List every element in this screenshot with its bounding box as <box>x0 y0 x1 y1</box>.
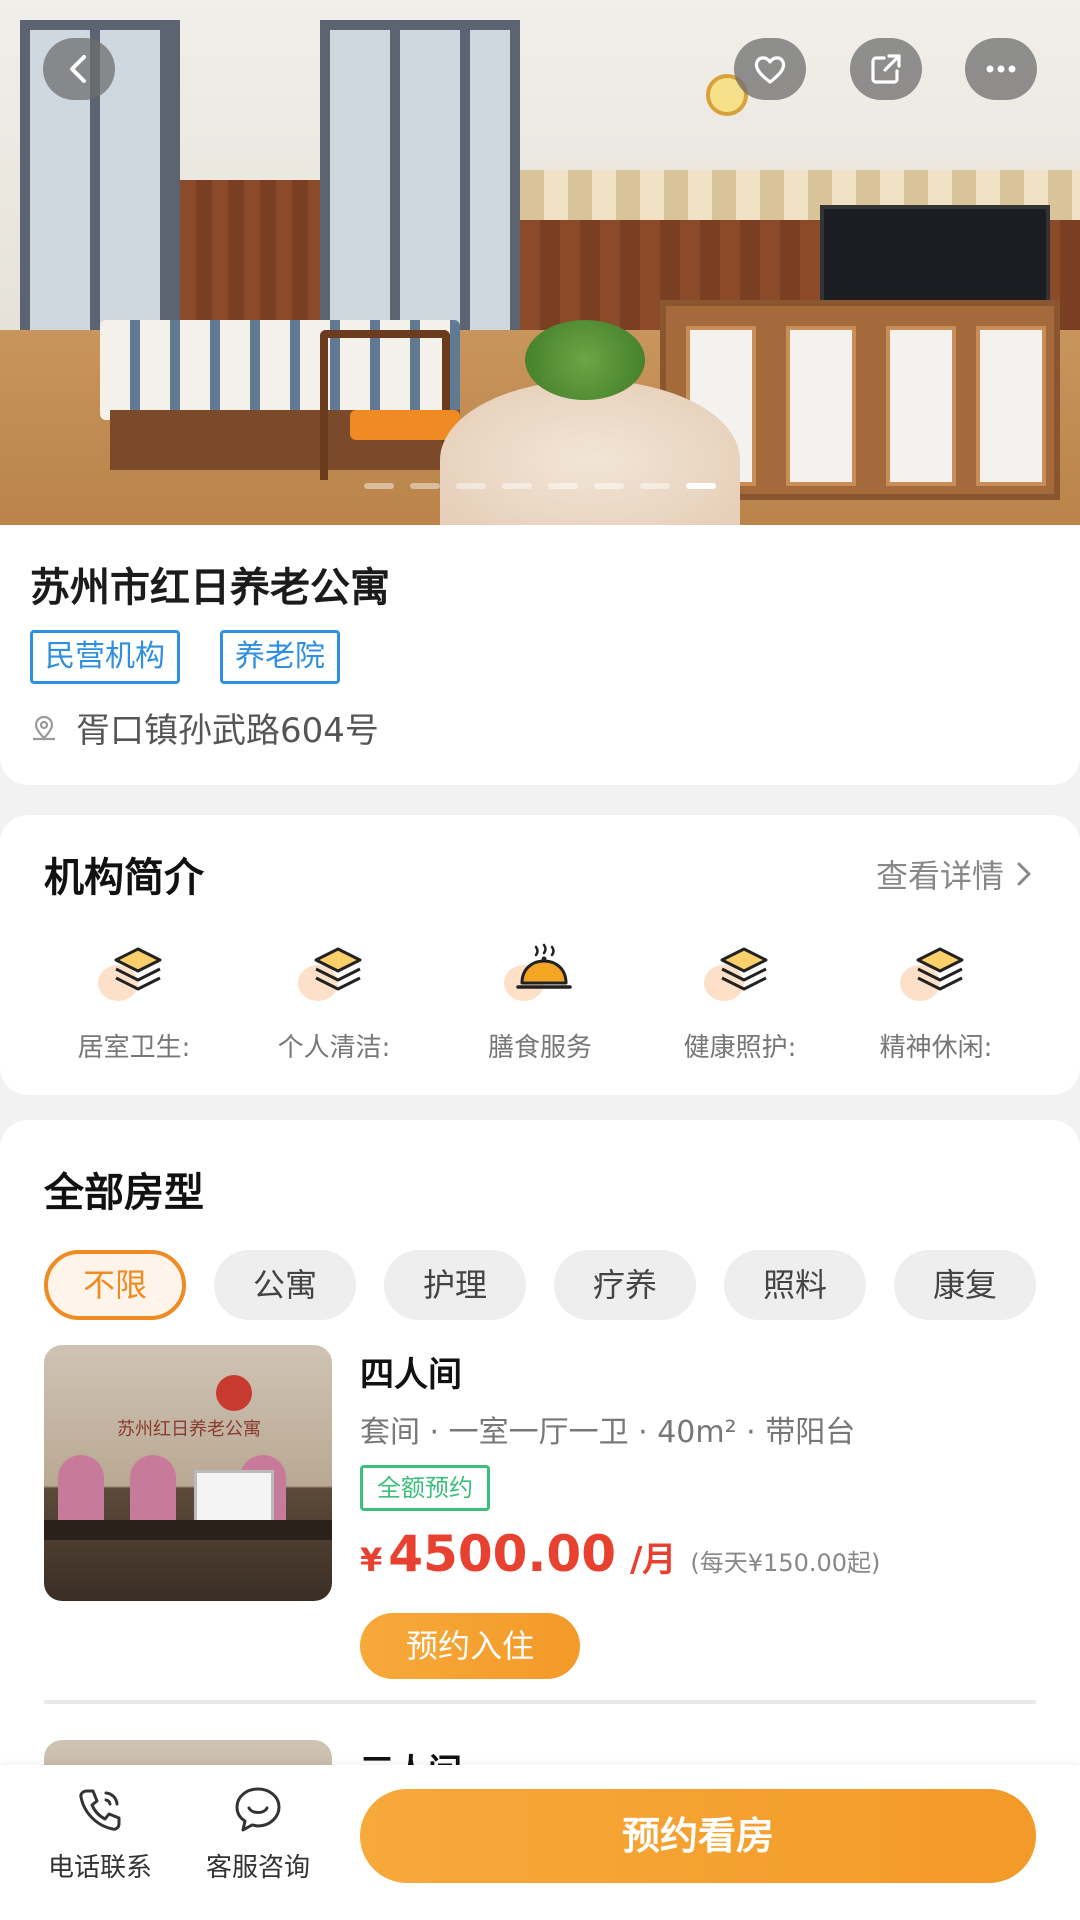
more-button[interactable] <box>965 38 1037 100</box>
room-filter-bar: 不限 公寓 护理 疗养 照料 康复 <box>44 1250 1036 1320</box>
book-viewing-button[interactable]: 预约看房 <box>360 1789 1036 1883</box>
feature-label: 个人清洁: <box>277 1033 391 1063</box>
address-row[interactable]: 胥口镇孙武路604号 <box>30 703 379 752</box>
feature-personal-cleaning[interactable]: 个人清洁: <box>244 935 424 1064</box>
feature-label: 精神休闲: <box>879 1033 993 1063</box>
facility-logo <box>216 1375 252 1411</box>
chevron-left-icon <box>70 55 86 83</box>
customer-service-button[interactable]: 客服咨询 <box>198 1783 318 1884</box>
phone-contact-button[interactable]: 电话联系 <box>40 1783 160 1884</box>
bottom-action-bar: 电话联系 客服咨询 预约看房 <box>0 1765 1080 1920</box>
book-stay-button[interactable]: 预约入住 <box>360 1613 580 1679</box>
feature-health-care[interactable]: 健康照护: <box>650 935 830 1064</box>
room-name: 四人间 <box>360 1355 462 1395</box>
share-button[interactable] <box>850 38 922 100</box>
tag-type: 养老院 <box>220 630 340 684</box>
customer-service-label: 客服咨询 <box>205 1853 310 1883</box>
facility-intro-card: 机构简介 查看详情 居室卫生: 个人清洁: 膳食服务 健康照护: 精神休闲: <box>0 815 1080 1095</box>
carousel-dot[interactable] <box>686 483 716 489</box>
hero-image-carousel[interactable] <box>0 0 1080 530</box>
carousel-dot[interactable] <box>502 483 532 489</box>
cabinet-door <box>886 326 956 486</box>
room-types-title: 全部房型 <box>44 1170 204 1216</box>
carousel-dot[interactable] <box>640 483 670 489</box>
filter-chip-nursing[interactable]: 护理 <box>384 1250 526 1320</box>
carousel-dot[interactable] <box>364 483 394 489</box>
view-details-label: 查看详情 <box>875 857 1004 895</box>
thumbnail-sign-text: 苏州红日养老公寓 <box>117 1419 261 1440</box>
filter-chip-recuperation[interactable]: 疗养 <box>554 1250 696 1320</box>
feature-room-hygiene[interactable]: 居室卫生: <box>44 935 224 1064</box>
carousel-dot[interactable] <box>594 483 624 489</box>
feature-label: 居室卫生: <box>77 1033 191 1063</box>
thumbnail-person <box>130 1455 176 1525</box>
thumbnail-person <box>58 1455 104 1525</box>
location-pin-icon <box>33 715 55 740</box>
feature-meal-service[interactable]: 膳食服务 <box>450 935 630 1064</box>
room-card[interactable]: 苏州红日养老公寓 四人间 套间 · 一室一厅一卫 · 40m² · 带阳台 全额… <box>44 1345 1036 1679</box>
room-badge: 全额预约 <box>360 1465 490 1511</box>
room-thumbnail[interactable]: 苏州红日养老公寓 <box>44 1345 332 1601</box>
stack-icon <box>896 935 976 1005</box>
feature-label: 膳食服务 <box>487 1033 592 1063</box>
favorite-button[interactable] <box>734 38 806 100</box>
more-dots-icon <box>986 65 1016 73</box>
chat-smile-icon <box>235 1787 281 1832</box>
facility-title: 苏州市红日养老公寓 <box>30 565 390 611</box>
food-cloche-icon <box>500 935 580 1005</box>
price-daily: (每天¥150.00起) <box>690 1549 881 1577</box>
hero-photo-table <box>440 380 740 530</box>
share-icon <box>871 54 901 84</box>
facility-info-card: 苏州市红日养老公寓 民营机构 养老院 胥口镇孙武路604号 <box>0 525 1080 785</box>
filter-chip-care[interactable]: 照料 <box>724 1250 866 1320</box>
room-price: ¥ 4500.00 /月 (每天¥150.00起) <box>360 1525 880 1583</box>
stack-icon <box>94 935 174 1005</box>
hero-photo-chair-seat <box>350 410 460 440</box>
thumbnail-desk <box>44 1520 332 1540</box>
hero-photo-tv <box>820 205 1050 305</box>
chevron-right-icon <box>1017 862 1031 886</box>
tag-ownership: 民营机构 <box>30 630 180 684</box>
heart-icon <box>754 56 786 84</box>
carousel-indicator <box>364 483 716 489</box>
intro-section-title: 机构简介 <box>44 855 204 901</box>
cabinet-door <box>976 326 1046 486</box>
price-unit: /月 <box>630 1540 677 1580</box>
address-text: 胥口镇孙武路604号 <box>76 711 379 751</box>
room-divider <box>44 1700 1036 1704</box>
view-details-link[interactable]: 查看详情 <box>876 851 1036 897</box>
cabinet-door <box>786 326 856 486</box>
thumbnail-sign: 苏州红日养老公寓 <box>84 1375 294 1465</box>
carousel-dot[interactable] <box>548 483 578 489</box>
hero-photo-window <box>320 20 520 340</box>
filter-chip-all[interactable]: 不限 <box>44 1250 186 1320</box>
stack-icon <box>294 935 374 1005</box>
thumbnail-monitor <box>194 1470 274 1525</box>
room-meta: 套间 · 一室一厅一卫 · 40m² · 带阳台 <box>360 1415 856 1450</box>
stack-icon <box>700 935 780 1005</box>
phone-icon <box>79 1789 121 1831</box>
hero-photo-plant <box>525 320 645 400</box>
filter-chip-apartment[interactable]: 公寓 <box>214 1250 356 1320</box>
feature-leisure[interactable]: 精神休闲: <box>846 935 1026 1064</box>
hero-photo-chair <box>320 330 450 480</box>
phone-contact-label: 电话联系 <box>47 1853 152 1883</box>
carousel-dot[interactable] <box>456 483 486 489</box>
carousel-dot[interactable] <box>410 483 440 489</box>
price-currency: ¥ <box>360 1541 383 1579</box>
back-button[interactable] <box>43 38 115 100</box>
feature-label: 健康照护: <box>683 1033 797 1063</box>
filter-chip-rehab[interactable]: 康复 <box>894 1250 1036 1320</box>
hero-photo-wainscot <box>180 180 320 340</box>
price-amount: 4500.00 <box>388 1525 616 1583</box>
